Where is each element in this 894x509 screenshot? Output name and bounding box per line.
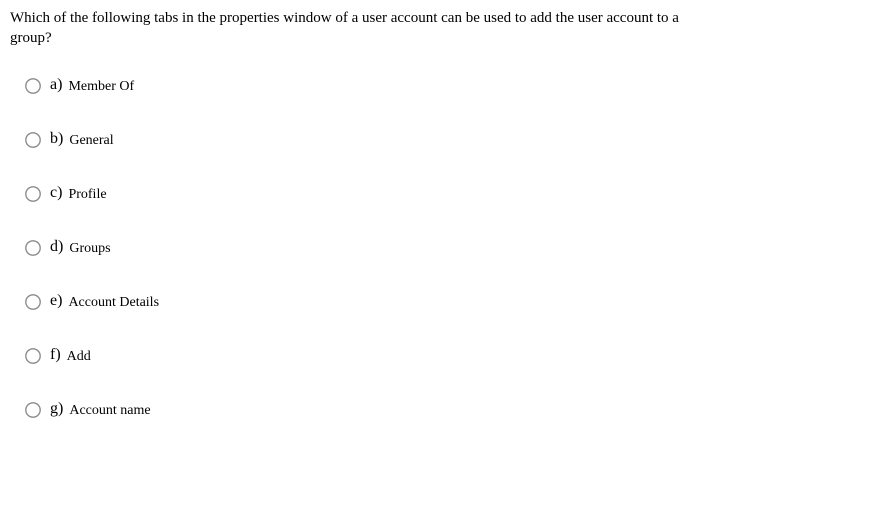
option-c[interactable]: c) Profile: [24, 185, 884, 203]
radio-icon[interactable]: [24, 185, 42, 203]
option-a[interactable]: a) Member Of: [24, 77, 884, 95]
option-letter: e): [50, 292, 62, 310]
option-letter: g): [50, 400, 63, 418]
option-letter: a): [50, 76, 62, 94]
radio-icon[interactable]: [24, 77, 42, 95]
option-letter: d): [50, 238, 63, 256]
options-list: a) Member Of b) General c) Profile d) Gr…: [10, 77, 884, 419]
radio-icon[interactable]: [24, 293, 42, 311]
option-b[interactable]: b) General: [24, 131, 884, 149]
option-text: Account Details: [68, 295, 159, 311]
option-f[interactable]: f) Add: [24, 347, 884, 365]
option-e[interactable]: e) Account Details: [24, 293, 884, 311]
radio-icon[interactable]: [24, 401, 42, 419]
option-letter: b): [50, 130, 63, 148]
option-text: Add: [67, 349, 91, 365]
quiz-container: Which of the following tabs in the prope…: [0, 0, 894, 429]
option-text: General: [69, 133, 113, 149]
option-text: Account name: [69, 403, 150, 419]
radio-icon[interactable]: [24, 131, 42, 149]
radio-icon[interactable]: [24, 347, 42, 365]
option-text: Groups: [69, 241, 110, 257]
option-letter: c): [50, 184, 62, 202]
option-text: Member Of: [68, 79, 134, 95]
option-letter: f): [50, 346, 61, 364]
question-text: Which of the following tabs in the prope…: [10, 8, 710, 49]
option-text: Profile: [68, 187, 106, 203]
radio-icon[interactable]: [24, 239, 42, 257]
option-g[interactable]: g) Account name: [24, 401, 884, 419]
option-d[interactable]: d) Groups: [24, 239, 884, 257]
